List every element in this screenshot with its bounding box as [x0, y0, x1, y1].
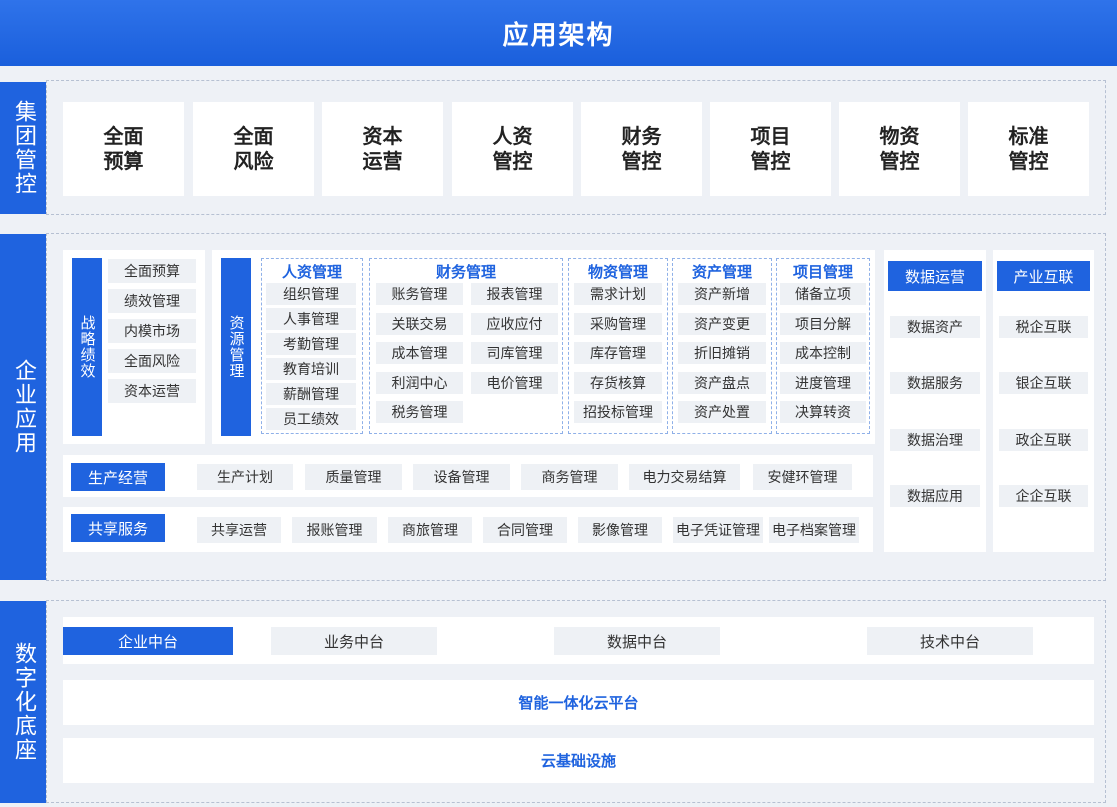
material-item: 采购管理 [574, 313, 662, 335]
shared-item: 共享运营 [197, 517, 281, 543]
data-ops-item: 数据治理 [890, 429, 980, 451]
section-label-group: 集团管控 [0, 82, 46, 214]
hr-item: 员工绩效 [266, 408, 356, 430]
shared-label: 共享服务 [71, 514, 165, 542]
group-card: 物资 管控 [839, 102, 960, 196]
finance-item: 报表管理 [471, 283, 558, 305]
platform-item: 数据中台 [554, 627, 720, 655]
strategy-label: 战略绩效 [72, 258, 102, 436]
strategy-item: 全面风险 [108, 349, 196, 373]
shared-item: 商旅管理 [388, 517, 472, 543]
section-label-enterprise: 企业应用 [0, 234, 46, 580]
hr-item: 教育培训 [266, 358, 356, 380]
project-title: 项目管理 [792, 262, 853, 281]
finance-item: 账务管理 [376, 283, 463, 305]
platform-item: 技术中台 [867, 627, 1033, 655]
finance-title: 财务管理 [435, 262, 496, 281]
data-ops-title: 数据运营 [888, 261, 982, 291]
finance-item: 关联交易 [376, 313, 463, 335]
project-item: 进度管理 [780, 372, 866, 394]
production-item: 安健环管理 [753, 464, 852, 490]
industry-item: 企企互联 [999, 485, 1088, 507]
strategy-item: 全面预算 [108, 259, 196, 283]
group-card: 资本 运营 [322, 102, 443, 196]
group-card: 全面 风险 [193, 102, 314, 196]
resource-label: 资源管理 [221, 258, 251, 436]
production-label: 生产经营 [71, 463, 165, 491]
industry-item: 政企互联 [999, 429, 1088, 451]
material-item: 库存管理 [574, 342, 662, 364]
hr-item: 考勤管理 [266, 333, 356, 355]
group-card: 全面 预算 [63, 102, 184, 196]
project-item: 储备立项 [780, 283, 866, 305]
production-item: 电力交易结算 [629, 464, 740, 490]
material-item: 存货核算 [574, 372, 662, 394]
data-ops-item: 数据服务 [890, 372, 980, 394]
strategy-item: 绩效管理 [108, 289, 196, 313]
asset-item: 资产盘点 [678, 372, 766, 394]
cloud-infrastructure: 云基础设施 [63, 738, 1094, 783]
finance-item: 应收应付 [471, 313, 558, 335]
asset-item: 资产变更 [678, 313, 766, 335]
industry-item: 税企互联 [999, 316, 1088, 338]
platform-item: 企业中台 [63, 627, 233, 655]
hr-item: 薪酬管理 [266, 383, 356, 405]
project-item: 成本控制 [780, 342, 866, 364]
finance-item: 成本管理 [376, 342, 463, 364]
page-title: 应用架构 [0, 0, 1117, 66]
shared-item: 合同管理 [483, 517, 567, 543]
group-card: 项目 管控 [710, 102, 831, 196]
asset-item: 资产新增 [678, 283, 766, 305]
material-item: 招投标管理 [574, 401, 662, 423]
finance-item: 电价管理 [471, 372, 558, 394]
shared-item: 报账管理 [292, 517, 377, 543]
material-title: 物资管理 [587, 262, 648, 281]
production-item: 设备管理 [413, 464, 510, 490]
data-ops-item: 数据资产 [890, 316, 980, 338]
asset-item: 资产处置 [678, 401, 766, 423]
material-item: 需求计划 [574, 283, 662, 305]
section-label-digital: 数字化底座 [0, 601, 46, 803]
finance-item: 税务管理 [376, 401, 463, 423]
hr-item: 人事管理 [266, 308, 356, 330]
asset-title: 资产管理 [691, 262, 752, 281]
industry-item: 银企互联 [999, 372, 1088, 394]
platform-item: 业务中台 [271, 627, 437, 655]
finance-item: 司库管理 [471, 342, 558, 364]
project-item: 决算转资 [780, 401, 866, 423]
cloud-platform: 智能一体化云平台 [63, 680, 1094, 725]
group-card: 人资 管控 [452, 102, 573, 196]
finance-item: 利润中心 [376, 372, 463, 394]
shared-item: 影像管理 [578, 517, 662, 543]
shared-item: 电子凭证管理 [673, 517, 763, 543]
group-card: 财务 管控 [581, 102, 702, 196]
industry-title: 产业互联 [997, 261, 1090, 291]
project-item: 项目分解 [780, 313, 866, 335]
group-card: 标准 管控 [968, 102, 1089, 196]
shared-item: 电子档案管理 [769, 517, 859, 543]
production-item: 商务管理 [521, 464, 618, 490]
strategy-item: 内模市场 [108, 319, 196, 343]
hr-item: 组织管理 [266, 283, 356, 305]
data-ops-item: 数据应用 [890, 485, 980, 507]
production-item: 生产计划 [197, 464, 293, 490]
production-item: 质量管理 [305, 464, 402, 490]
asset-item: 折旧摊销 [678, 342, 766, 364]
hr-title: 人资管理 [281, 262, 342, 281]
strategy-item: 资本运营 [108, 379, 196, 403]
